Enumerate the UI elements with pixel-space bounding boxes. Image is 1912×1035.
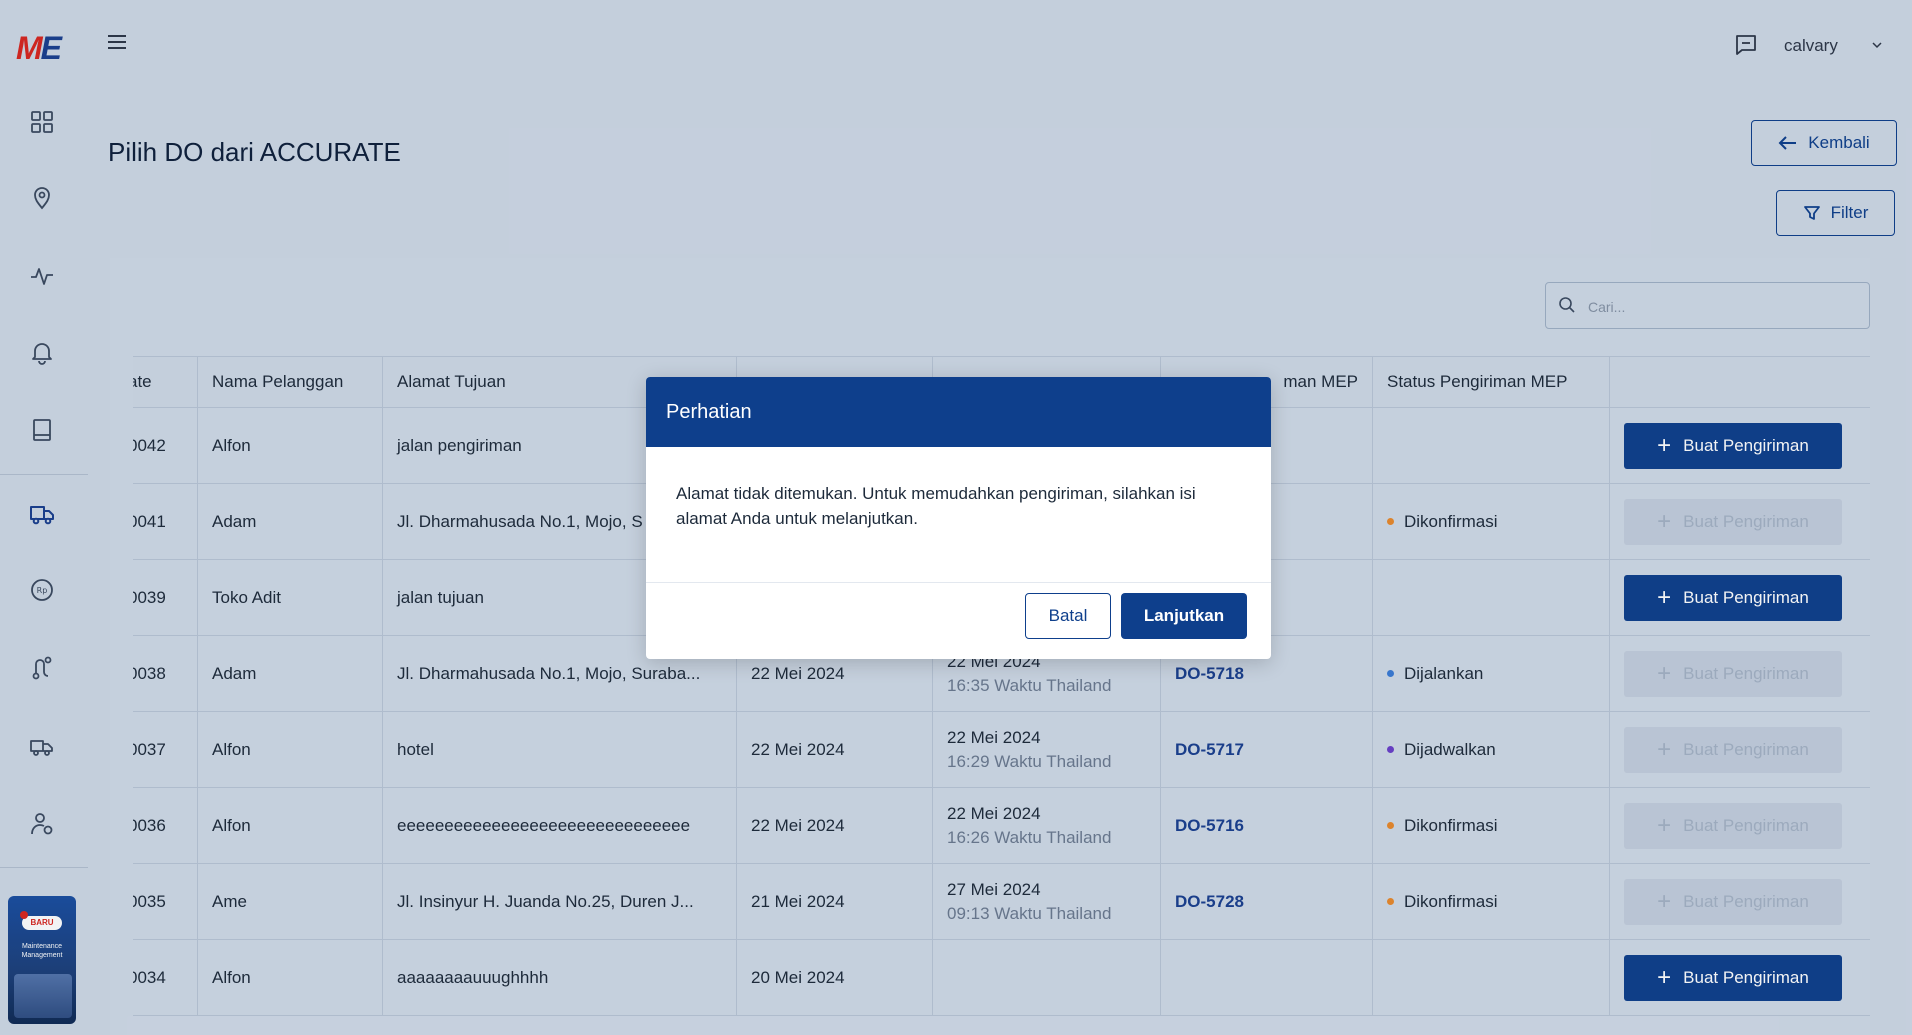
- dialog-message: Alamat tidak ditemukan. Untuk memudahkan…: [676, 484, 1196, 528]
- dialog-divider: [646, 582, 1271, 583]
- continue-button[interactable]: Lanjutkan: [1121, 593, 1247, 639]
- attention-dialog: Perhatian Alamat tidak ditemukan. Untuk …: [646, 377, 1271, 659]
- cancel-button[interactable]: Batal: [1025, 593, 1111, 639]
- dialog-title: Perhatian: [646, 377, 1271, 447]
- dialog-footer: Batal Lanjutkan: [1025, 593, 1247, 639]
